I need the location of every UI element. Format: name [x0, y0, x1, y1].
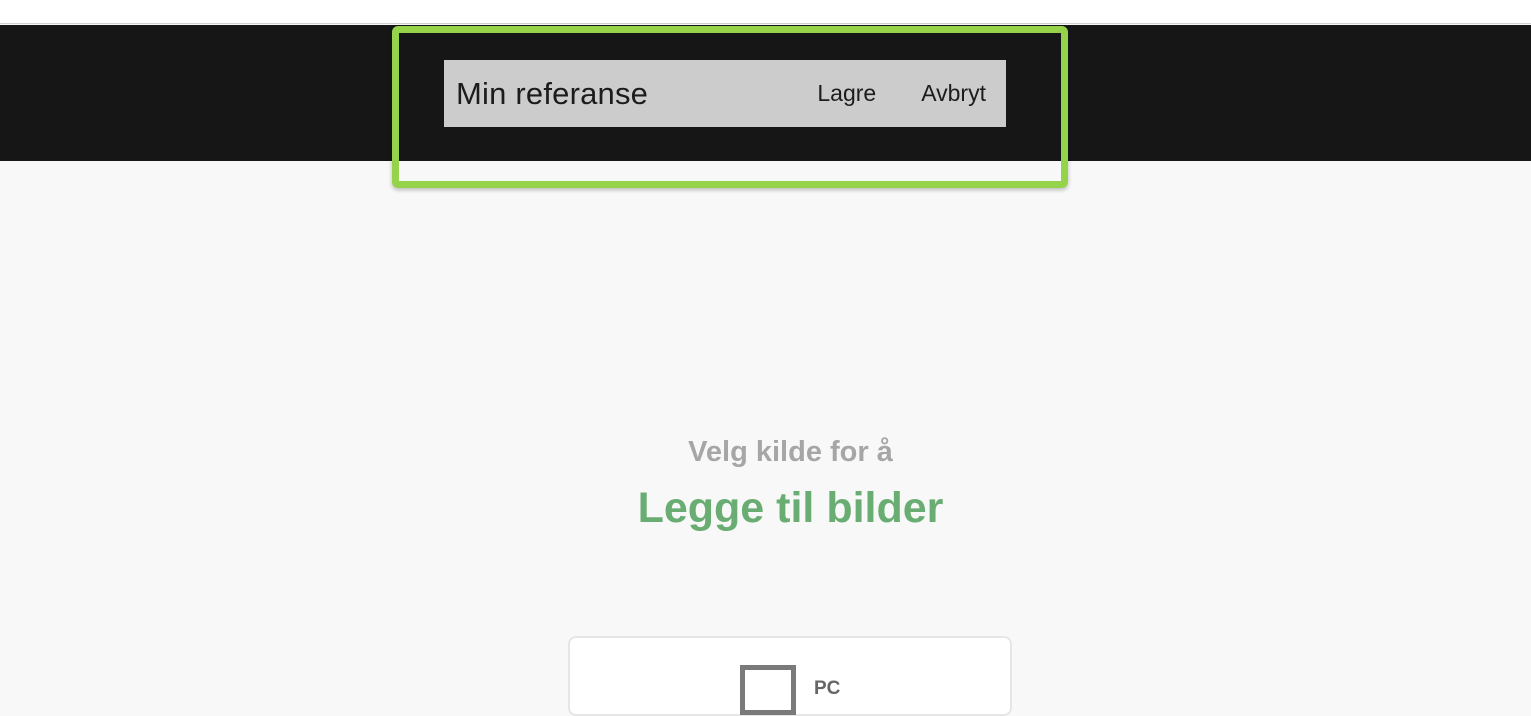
reference-title-bar: Min referanse Lagre Avbryt: [444, 60, 1006, 127]
cancel-button[interactable]: Avbryt: [921, 80, 986, 107]
add-images-heading: Legge til bilder: [637, 484, 944, 532]
monitor-icon: [740, 665, 796, 715]
save-button[interactable]: Lagre: [817, 80, 876, 107]
source-subheading: Velg kilde for å: [688, 436, 893, 468]
source-option-pc[interactable]: PC: [568, 636, 1012, 716]
source-label-pc: PC: [814, 678, 841, 699]
reference-title: Min referanse: [456, 75, 649, 111]
browser-top-strip: [0, 0, 1531, 24]
